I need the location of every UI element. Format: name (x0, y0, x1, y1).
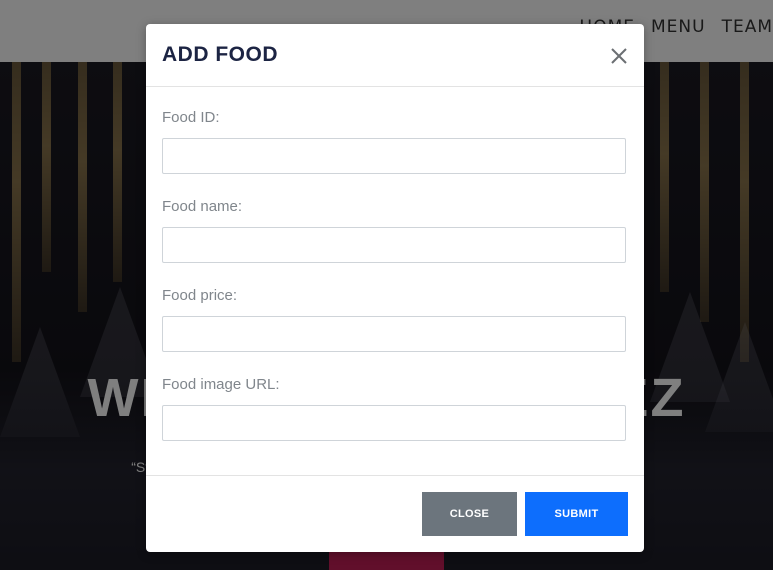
food-name-label: Food name: (162, 198, 243, 215)
submit-button[interactable]: SUBMIT (525, 492, 628, 536)
modal-footer: CLOSE SUBMIT (146, 475, 644, 553)
modal-header: ADD FOOD (146, 24, 644, 87)
close-x-icon (611, 48, 627, 64)
food-price-label: Food price: (162, 287, 238, 304)
food-image-url-label: Food image URL: (162, 376, 280, 393)
close-button[interactable]: CLOSE (422, 492, 517, 536)
food-image-url-input[interactable] (162, 405, 626, 441)
modal-body: Food ID: Food name: Food price: Food ima… (146, 87, 644, 475)
food-id-input[interactable] (162, 138, 626, 174)
food-name-input[interactable] (162, 227, 626, 263)
add-food-modal: ADD FOOD Food ID: Food name: Food price:… (146, 24, 644, 552)
food-id-label: Food ID: (162, 109, 220, 126)
close-icon[interactable] (608, 45, 630, 67)
food-price-input[interactable] (162, 316, 626, 352)
modal-title: ADD FOOD (162, 43, 278, 66)
